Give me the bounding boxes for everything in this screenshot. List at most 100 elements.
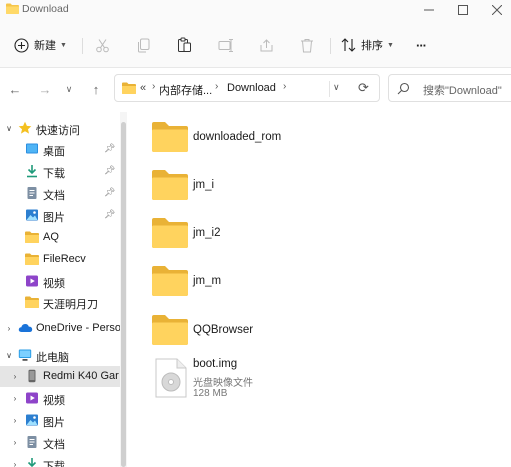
breadcrumb-item[interactable]: Download	[227, 82, 276, 94]
sidebar-item-tianya[interactable]: 天涯明月刀	[0, 292, 120, 313]
refresh-icon: ⟳	[358, 80, 369, 95]
sidebar-item-label: 文档	[43, 439, 65, 451]
folder-icon	[151, 169, 189, 204]
file-name: downloaded_rom	[193, 131, 282, 143]
sidebar-item-label: FileRecv	[43, 253, 86, 265]
video-icon	[25, 391, 39, 405]
back-button[interactable]: ←	[6, 80, 24, 98]
sidebar-item-label: 图片	[43, 417, 65, 429]
sidebar-item-desktop[interactable]: 桌面 📌︎	[0, 139, 120, 160]
chevron-right-icon: ›	[13, 372, 17, 381]
picture-icon	[25, 413, 39, 427]
sidebar-item-aq[interactable]: AQ	[0, 227, 120, 248]
sidebar-item-label: 快速访问	[36, 125, 80, 137]
pin-icon: 📌︎	[104, 187, 116, 197]
sidebar-item-onedrive[interactable]: › OneDrive - Perso	[0, 318, 120, 339]
document-icon	[25, 435, 39, 449]
paste-button[interactable]	[177, 34, 192, 56]
sidebar-item-documents-pc[interactable]: › 文档	[0, 432, 120, 453]
chevron-right-icon: ›	[283, 81, 287, 92]
cut-button[interactable]	[95, 34, 110, 56]
rename-icon	[218, 38, 233, 52]
download-icon	[25, 164, 39, 178]
chevron-down-icon: ∨	[6, 351, 12, 360]
sidebar-item-documents[interactable]: 文档 📌︎	[0, 183, 120, 204]
video-icon	[25, 274, 39, 288]
refresh-button[interactable]: ⟳	[358, 80, 369, 96]
toolbar-divider	[330, 38, 331, 54]
maximize-button[interactable]	[446, 0, 480, 20]
address-history-dropdown[interactable]: ∨	[333, 82, 340, 93]
sidebar-item-label: 此电脑	[36, 352, 69, 364]
sidebar-item-pictures[interactable]: 图片 📌︎	[0, 205, 120, 226]
navigation-bar: ← → ∨ ↑ « › 内部存储... › Download › ∨ ⟳ 搜索"…	[0, 68, 511, 110]
scissors-icon	[96, 38, 109, 52]
minimize-button[interactable]	[412, 0, 446, 20]
pin-icon: 📌︎	[104, 209, 116, 219]
new-button[interactable]: 新建 ▼	[14, 34, 67, 56]
chevron-right-icon: ›	[13, 394, 17, 403]
list-item[interactable]: boot.img 光盘映像文件 128 MB	[149, 356, 349, 406]
cloud-icon	[18, 321, 33, 335]
pc-icon	[18, 348, 32, 362]
share-button[interactable]	[259, 34, 274, 56]
folder-icon	[25, 295, 39, 309]
sidebar-item-quick-access[interactable]: ∨ 快速访问	[0, 118, 120, 139]
sidebar-item-label: 天涯明月刀	[43, 299, 98, 311]
sidebar-item-redmi-k40[interactable]: › Redmi K40 Gar	[0, 366, 120, 387]
list-item[interactable]: downloaded_rom	[149, 119, 349, 161]
minimize-icon	[424, 9, 434, 11]
sort-icon	[341, 38, 356, 52]
sidebar-item-videos-pc[interactable]: › 视频	[0, 388, 120, 409]
delete-button[interactable]	[300, 34, 314, 56]
folder-icon	[25, 252, 39, 266]
copy-icon	[138, 38, 150, 52]
file-name: jm_m	[193, 275, 222, 287]
pin-icon: 📌︎	[104, 143, 116, 153]
picture-icon	[25, 208, 39, 222]
sidebar-item-videos[interactable]: 视频	[0, 271, 120, 292]
file-size: 128 MB	[193, 388, 228, 399]
forward-button[interactable]: →	[36, 80, 54, 98]
close-button[interactable]	[480, 0, 511, 20]
address-bar[interactable]: « › 内部存储... › Download › ∨ ⟳	[114, 74, 380, 102]
sidebar-item-downloads[interactable]: 下载 📌︎	[0, 161, 120, 182]
folder-icon	[151, 314, 189, 349]
list-item[interactable]: jm_i2	[149, 215, 349, 257]
sidebar-item-label: OneDrive - Perso	[36, 322, 120, 334]
sidebar-item-label: 图片	[43, 212, 65, 224]
sidebar-item-label: 下载	[43, 168, 65, 180]
title-bar: Download	[0, 0, 511, 20]
sidebar-item-downloads-pc[interactable]: › 下载	[0, 454, 120, 467]
address-divider	[329, 81, 330, 97]
up-button[interactable]: ↑	[87, 80, 105, 98]
sort-button[interactable]: 排序 ▼	[341, 34, 394, 56]
sidebar-scrollbar-thumb[interactable]	[121, 122, 126, 467]
close-icon	[492, 5, 502, 15]
breadcrumb-item[interactable]: 内部存储...	[159, 82, 212, 98]
folder-icon	[122, 82, 136, 97]
breadcrumb-overflow[interactable]: «	[140, 82, 146, 94]
sidebar-item-label: 视频	[43, 278, 65, 290]
recent-locations-button[interactable]: ∨	[60, 80, 78, 98]
rename-button[interactable]	[218, 34, 234, 56]
copy-button[interactable]	[137, 34, 151, 56]
sidebar-item-label: 文档	[43, 190, 65, 202]
sidebar-item-label: 桌面	[43, 146, 65, 158]
more-options-button[interactable]: ···	[416, 34, 427, 56]
sidebar-item-this-pc[interactable]: ∨ 此电脑	[0, 345, 120, 366]
search-box[interactable]: 搜索"Download"	[388, 74, 511, 102]
sidebar-item-pictures-pc[interactable]: › 图片	[0, 410, 120, 431]
sidebar-item-filerecv[interactable]: FileRecv	[0, 249, 120, 270]
list-item[interactable]: jm_m	[149, 263, 349, 305]
file-name: QQBrowser	[193, 324, 254, 336]
chevron-down-icon: ∨	[65, 83, 73, 94]
chevron-down-icon: ▼	[387, 41, 394, 49]
chevron-right-icon: ›	[13, 416, 17, 425]
sidebar-item-label: Redmi K40 Gar	[43, 370, 119, 382]
chevron-down-icon: ∨	[6, 124, 12, 133]
search-placeholder: 搜索"Download"	[423, 85, 502, 97]
list-item[interactable]: jm_i	[149, 167, 349, 209]
folder-icon	[151, 265, 189, 300]
list-item[interactable]: QQBrowser	[149, 312, 349, 354]
